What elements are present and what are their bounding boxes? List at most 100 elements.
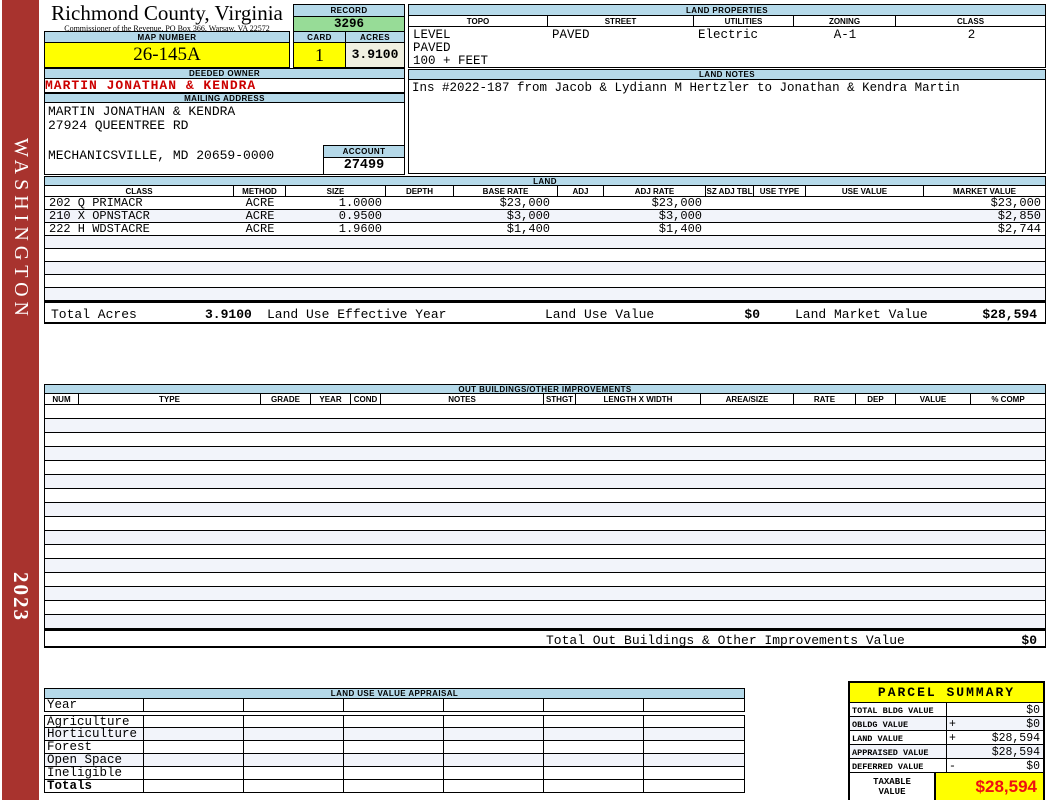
record-label: RECORD [293,4,405,17]
empty-row [44,573,1046,587]
land-notes-box: Ins #2022-187 from Jacob & Lydiann M Her… [408,80,1046,174]
ob-col-notes: NOTES [381,394,544,404]
ps-row-land-value: LAND VALUE + $28,594 [850,731,1043,745]
ob-col-year: YEAR [311,394,351,404]
out-buildings-title: OUT BUILDINGS/OTHER IMPROVEMENTS [44,384,1046,394]
land-col-sz-adj-tbl: SZ ADJ TBL [706,186,754,196]
total-acres-value: 3.9100 [205,307,252,322]
empty-row [44,288,1046,301]
empty-row [44,601,1046,615]
land-totals-row: Total Acres 3.9100 Land Use Effective Ye… [44,301,1046,324]
empty-row [44,615,1046,629]
out-buildings-table: OUT BUILDINGS/OTHER IMPROVEMENTS NUM TYP… [44,384,1046,648]
land-use-value-label: Land Use Value [545,307,655,322]
land-use-appraisal-title: LAND USE VALUE APPRAISAL [44,688,745,699]
land-properties-col-class: CLASS [956,17,985,26]
empty-row [44,236,1046,249]
record-box: RECORD 3296 [293,4,405,32]
account-label: ACCOUNT [323,145,405,158]
ob-col-dep: DEP [856,394,896,404]
ob-col-cond: COND [351,394,381,404]
map-number-box: MAP NUMBER 26-145A [44,31,290,68]
class-value: 2 [967,28,976,42]
total-acres-label: Total Acres [51,307,137,322]
land-properties-col-topo: TOPO [409,16,548,26]
lua-row-agriculture: Agriculture [44,715,745,729]
acres-box: ACRES 3.9100 [345,31,405,68]
ps-row-taxable: TAXABLE VALUE $28,594 [850,773,1043,800]
address-line-1: MARTIN JONATHAN & KENDRA [48,104,236,119]
empty-row [44,419,1046,433]
land-col-use-value: USE VALUE [806,186,924,196]
zoning-value: A-1 [833,28,857,42]
empty-row [44,517,1046,531]
lua-row-open-space: Open Space [44,754,745,767]
empty-row [44,545,1046,559]
ob-col-value: VALUE [896,394,971,404]
empty-row [44,475,1046,489]
card-value: 1 [293,43,346,68]
deeded-owner-value: MARTIN JONATHAN & KENDRA [44,79,405,93]
parcel-summary-title: PARCEL SUMMARY [850,683,1043,703]
empty-row [44,405,1046,419]
topo-value-3: 100 + FEET [413,54,489,68]
lua-row-year: Year [44,699,745,712]
land-properties-title: LAND PROPERTIES [409,5,1045,16]
sidebar-state-label: WASHINGTON [10,138,32,321]
land-use-value: $0 [744,307,760,322]
empty-row [44,262,1046,275]
year-sidebar: WASHINGTON 2023 [2,0,39,800]
map-number-label: MAP NUMBER [44,31,290,43]
parcel-summary: PARCEL SUMMARY TOTAL BLDG VALUE $0 OBLDG… [848,681,1045,800]
land-col-class: CLASS [45,186,234,196]
land-col-adj-rate: ADJ RATE [604,186,706,196]
ps-row-appraised: APPRAISED VALUE $28,594 [850,745,1043,759]
land-market-value-label: Land Market Value [795,307,928,322]
sidebar-year-label: 2023 [9,572,33,622]
acres-value: 3.9100 [345,43,405,68]
acres-label: ACRES [345,31,405,43]
land-col-adj: ADJ [558,186,604,196]
account-value: 27499 [323,158,405,175]
out-buildings-header: NUM TYPE GRADE YEAR COND NOTES STHGT LEN… [44,394,1046,405]
address-line-3: MECHANICSVILLE, MD 20659-0000 [48,148,275,163]
land-notes-label: LAND NOTES [408,69,1046,80]
taxable-value: $28,594 [936,773,1043,800]
account-box: ACCOUNT 27499 [323,145,405,175]
ob-col-type: TYPE [79,394,261,404]
empty-row [44,447,1046,461]
land-properties-col-utilities: UTILITIES [694,16,794,26]
topo-value-1: LEVEL [413,28,451,42]
land-col-use-type: USE TYPE [754,186,806,196]
land-col-method: METHOD [234,186,286,196]
ob-col-rate: RATE [794,394,856,404]
address-line-2: 27924 QUEENTREE RD [48,118,189,133]
out-buildings-totals-row: Total Out Buildings & Other Improvements… [44,629,1046,648]
card-box: CARD 1 [293,31,346,68]
ob-col-length-width: LENGTH X WIDTH [576,394,701,404]
ob-total-label: Total Out Buildings & Other Improvements… [546,633,905,648]
ob-col-sthgt: STHGT [544,394,576,404]
land-col-market-value: MARKET VALUE [953,187,1016,196]
land-use-effective-year-label: Land Use Effective Year [267,307,447,322]
land-table: LAND CLASS METHOD SIZE DEPTH BASE RATE A… [44,176,1046,324]
empty-row [44,531,1046,545]
property-record-card: WASHINGTON 2023 Richmond County, Virgini… [0,0,1050,800]
card-label: CARD [293,31,346,43]
topo-value-2: PAVED [413,41,451,55]
ob-col-area-size: AREA/SIZE [701,394,794,404]
land-market-value: $28,594 [982,307,1037,322]
land-col-size: SIZE [286,186,386,196]
empty-row [44,587,1046,601]
lua-row-horticulture: Horticulture [44,728,745,741]
empty-row [44,489,1046,503]
record-value: 3296 [293,17,405,32]
lua-row-forest: Forest [44,741,745,754]
lua-row-totals: Totals [44,780,745,793]
land-note-text: Ins #2022-187 from Jacob & Lydiann M Her… [412,81,960,95]
ps-row-obldg: OBLDG VALUE + $0 [850,717,1043,731]
map-number-value: 26-145A [44,43,290,68]
ob-total-value: $0 [1021,633,1037,648]
land-use-appraisal-table: LAND USE VALUE APPRAISAL Year Agricultur… [44,688,745,793]
page-title: Richmond County, Virginia [51,1,283,25]
